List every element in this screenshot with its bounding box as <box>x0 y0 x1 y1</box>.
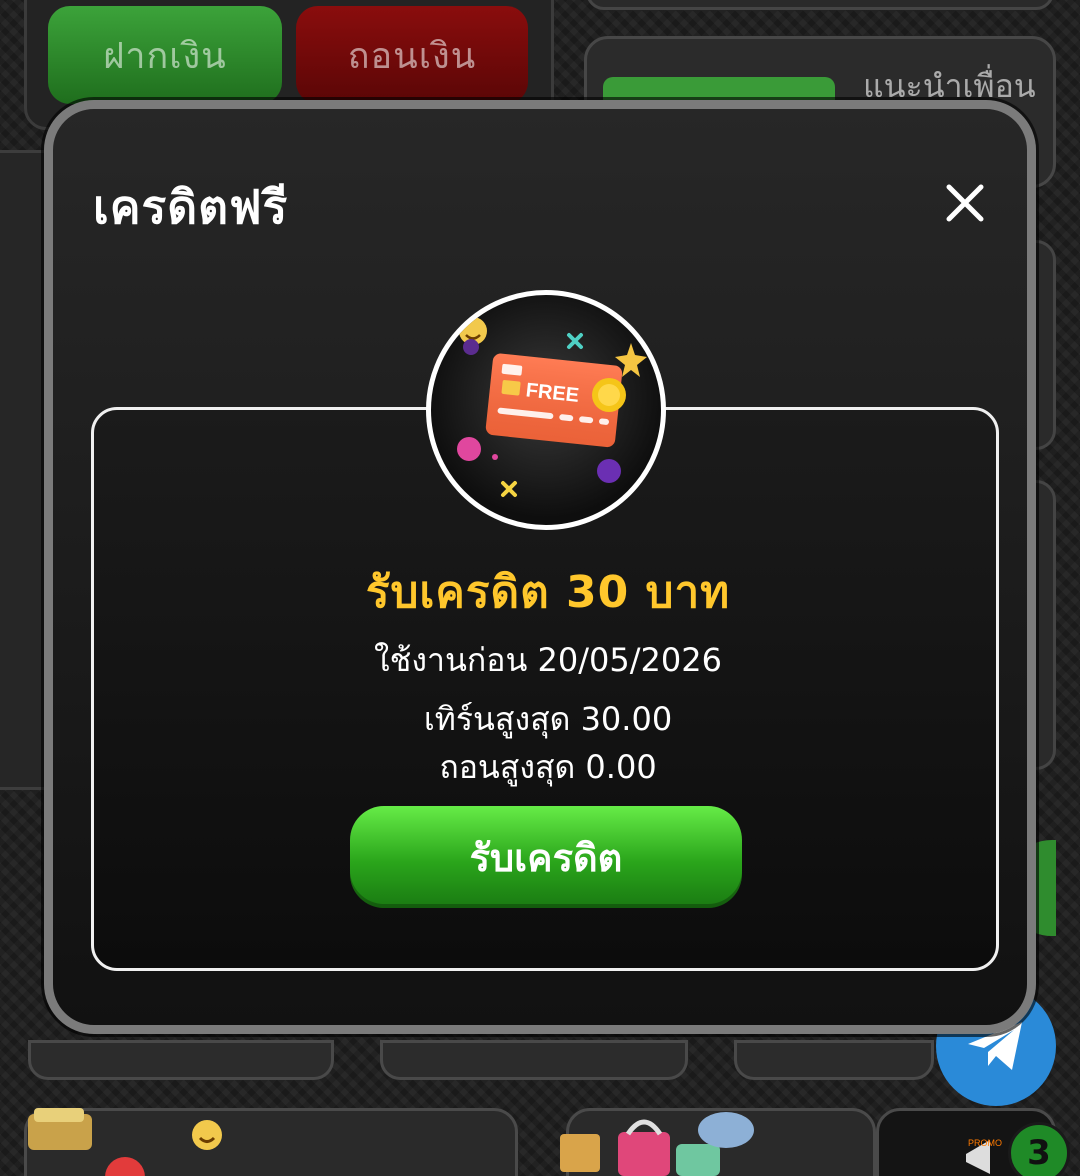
bottom-menu-card[interactable] <box>380 1040 688 1080</box>
megaphone-icon: PROMO <box>966 1138 1002 1174</box>
emoji-icon <box>192 1120 222 1150</box>
svg-text:PROMO: PROMO <box>968 1138 1002 1148</box>
reward-title: รับเครดิต 30 บาท <box>365 567 731 618</box>
expire-date-text: ใช้งานก่อน 20/05/2026 <box>374 641 722 679</box>
withdraw-button[interactable]: ถอนเงิน <box>296 6 528 104</box>
free-credit-modal: เครดิตฟรี รับเครดิต 30 บาท ใช้งานก่อน 20… <box>44 100 1036 1034</box>
close-button[interactable] <box>935 173 995 233</box>
max-turnover-text: เทิร์นสูงสุด 30.00 <box>423 700 673 738</box>
left-menu-strip <box>0 150 46 790</box>
deposit-button[interactable]: ฝากเงิน <box>48 6 282 104</box>
bottom-menu-card[interactable] <box>734 1040 934 1080</box>
modal-title: เครดิตฟรี <box>93 180 289 234</box>
pin-icon <box>105 1157 145 1176</box>
bottom-menu-card[interactable] <box>28 1040 334 1080</box>
close-icon <box>946 184 984 222</box>
notification-badge: 3 <box>1008 1122 1070 1176</box>
free-credit-card-icon: FREE <box>426 290 666 530</box>
claim-credit-button[interactable]: รับเครดิต <box>350 806 742 908</box>
wallet-icon <box>28 1108 92 1150</box>
top-right-card <box>586 0 1054 10</box>
max-withdraw-text: ถอนสูงสุด 0.00 <box>439 748 657 786</box>
shopping-bags-icon <box>560 1112 754 1176</box>
